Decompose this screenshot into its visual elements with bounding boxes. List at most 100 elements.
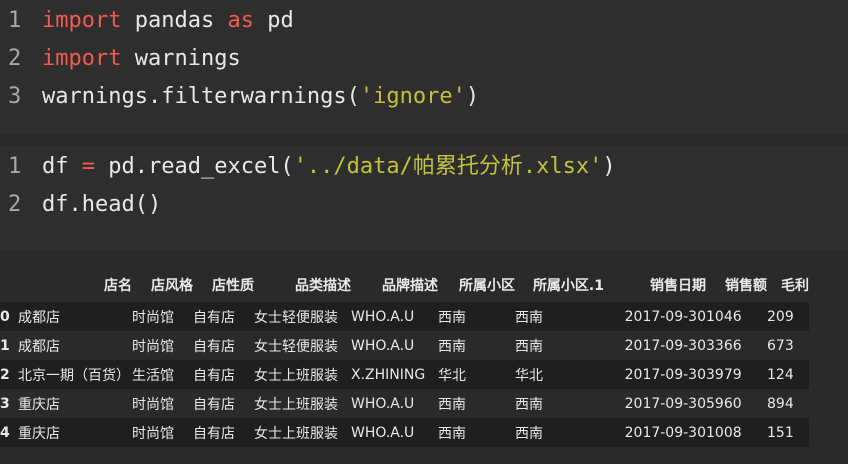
table-cell: 自有店 xyxy=(193,396,235,413)
column-header: 所属小区 xyxy=(459,278,515,294)
column-header: 店名 xyxy=(104,278,132,294)
table-cell: 华北 xyxy=(515,367,543,384)
table-cell: 成都店 xyxy=(18,309,60,326)
code-line[interactable]: 1 df = pd.read_excel('../data/帕累托分析.xlsx'… xyxy=(0,148,616,186)
column-header: 毛利 xyxy=(781,278,809,294)
table-cell: 重庆店 xyxy=(18,396,60,413)
code-line[interactable]: 2 import warnings xyxy=(0,40,241,78)
column-header: 所属小区.1 xyxy=(532,278,604,294)
table-cell: 女士轻便服装 xyxy=(254,338,338,355)
table-cell: 西南 xyxy=(438,309,466,326)
table-cell: WHO.A.U xyxy=(351,337,415,354)
code-token: warnings.filterwarnings( xyxy=(42,84,360,109)
table-cell: 西南 xyxy=(515,396,543,413)
table-cell: 西南 xyxy=(438,425,466,442)
row-index: 3 xyxy=(0,395,10,412)
code-cell-imports[interactable]: 1 import pandas as pd 2 import warnings 3 war… xyxy=(0,0,848,134)
table-cell: 151 xyxy=(767,424,794,441)
table-cell: 2017-09-30 xyxy=(624,337,706,354)
table-cell: 自有店 xyxy=(193,338,235,355)
code-token: df.head() xyxy=(42,192,162,217)
code-token: import xyxy=(42,8,122,33)
row-index: 4 xyxy=(0,424,10,441)
table-cell: 时尚馆 xyxy=(132,338,174,355)
table-cell: 生活馆 xyxy=(132,367,174,384)
table-cell: 自有店 xyxy=(193,367,235,384)
table-cell: 2017-09-30 xyxy=(624,395,706,412)
code-line[interactable]: 1 import pandas as pd xyxy=(0,2,294,40)
table-cell: 2017-09-30 xyxy=(624,308,706,325)
table-row: 1 成都店 时尚馆 自有店 女士轻便服装 WHO.A.U 西南 西南 2017-09-30 336… xyxy=(0,331,809,360)
notebook-page: 1 import pandas as pd 2 import warnings 3 war… xyxy=(0,0,848,464)
table-row: 3 重庆店 时尚馆 自有店 女士上班服装 WHO.A.U 西南 西南 2017-09-30 596… xyxy=(0,389,809,418)
code-line[interactable]: 2 df.head() xyxy=(0,186,161,224)
table-cell: 自有店 xyxy=(193,309,235,326)
table-cell: 时尚馆 xyxy=(132,425,174,442)
table-header-row: 店名 店风格 店性质 品类描述 品牌描述 所属小区 所属小区.1 销售日期 销售… xyxy=(0,268,809,302)
table-cell: 重庆店 xyxy=(18,425,60,442)
table-cell: 北京一期（百货） xyxy=(18,367,130,384)
table-cell: 西南 xyxy=(438,338,466,355)
table-cell: 时尚馆 xyxy=(132,396,174,413)
row-index: 2 xyxy=(0,366,10,383)
code-token: ) xyxy=(465,84,480,109)
line-number: 2 xyxy=(8,46,22,71)
table-cell: 1046 xyxy=(706,308,742,325)
column-header: 品牌描述 xyxy=(382,278,438,294)
row-index: 1 xyxy=(0,337,10,354)
code-line[interactable]: 3 warnings.filterwarnings('ignore') xyxy=(0,78,479,116)
table-row: 2 北京一期（百货） 生活馆 自有店 女士上班服装 X.ZHINING 华北 华北 2017-0… xyxy=(0,360,809,389)
code-token: as xyxy=(227,8,254,33)
code-token: pd.read_excel( xyxy=(95,154,294,179)
code-token: ) xyxy=(602,154,616,179)
line-number: 1 xyxy=(8,154,22,179)
table-cell: 124 xyxy=(767,366,794,383)
column-header: 销售额 xyxy=(725,278,767,294)
table-cell: 3366 xyxy=(706,337,742,354)
table-cell: 2017-09-30 xyxy=(624,424,706,441)
table-cell: 西南 xyxy=(515,309,543,326)
table-cell: 自有店 xyxy=(193,425,235,442)
table-cell: 1008 xyxy=(706,424,742,441)
code-cell-read-excel[interactable]: 1 df = pd.read_excel('../data/帕累托分析.xlsx'… xyxy=(0,146,848,250)
index-header xyxy=(0,268,18,302)
code-token: 'ignore' xyxy=(359,84,466,109)
column-header: 店风格 xyxy=(151,278,193,294)
code-token: = xyxy=(81,154,95,179)
code-token: warnings xyxy=(121,46,241,71)
table-row: 0 成都店 时尚馆 自有店 女士轻便服装 WHO.A.U 西南 西南 2017-09-30 104… xyxy=(0,302,809,331)
line-number: 3 xyxy=(8,84,22,109)
table-cell: 女士上班服装 xyxy=(254,396,338,413)
cell-output: 店名 店风格 店性质 品类描述 品牌描述 所属小区 所属小区.1 销售日期 销售… xyxy=(0,268,848,464)
line-number: 2 xyxy=(8,192,22,217)
table-cell: 西南 xyxy=(438,396,466,413)
code-token: '../data/帕累托分析.xlsx' xyxy=(293,154,603,179)
row-index: 0 xyxy=(0,308,10,325)
table-cell: 西南 xyxy=(515,338,543,355)
table-cell: 西南 xyxy=(515,425,543,442)
table-cell: 209 xyxy=(767,308,794,325)
table-cell: 894 xyxy=(767,395,794,412)
code-token: pd xyxy=(253,8,294,33)
table-cell: WHO.A.U xyxy=(351,395,415,412)
table-cell: 673 xyxy=(767,337,794,354)
code-token: df xyxy=(42,154,82,179)
table-row: 4 重庆店 时尚馆 自有店 女士上班服装 WHO.A.U 西南 西南 2017-09-30 100… xyxy=(0,418,809,447)
table-cell: X.ZHINING xyxy=(351,366,426,383)
table-cell: 女士上班服装 xyxy=(254,367,338,384)
table-cell: 成都店 xyxy=(18,338,60,355)
table-cell: 5960 xyxy=(706,395,742,412)
code-token: import xyxy=(42,46,122,71)
table-cell: 3979 xyxy=(706,366,742,383)
table-cell: 女士轻便服装 xyxy=(254,309,338,326)
table-cell: 华北 xyxy=(438,367,466,384)
line-number: 1 xyxy=(8,8,22,33)
dataframe-table: 店名 店风格 店性质 品类描述 品牌描述 所属小区 所属小区.1 销售日期 销售… xyxy=(0,268,809,447)
table-cell: WHO.A.U xyxy=(351,308,415,325)
table-cell: 时尚馆 xyxy=(132,309,174,326)
column-header: 店性质 xyxy=(212,278,254,294)
column-header: 品类描述 xyxy=(295,278,351,294)
table-cell: 女士上班服装 xyxy=(254,425,338,442)
table-cell: 2017-09-30 xyxy=(624,366,706,383)
column-header: 销售日期 xyxy=(650,278,706,294)
